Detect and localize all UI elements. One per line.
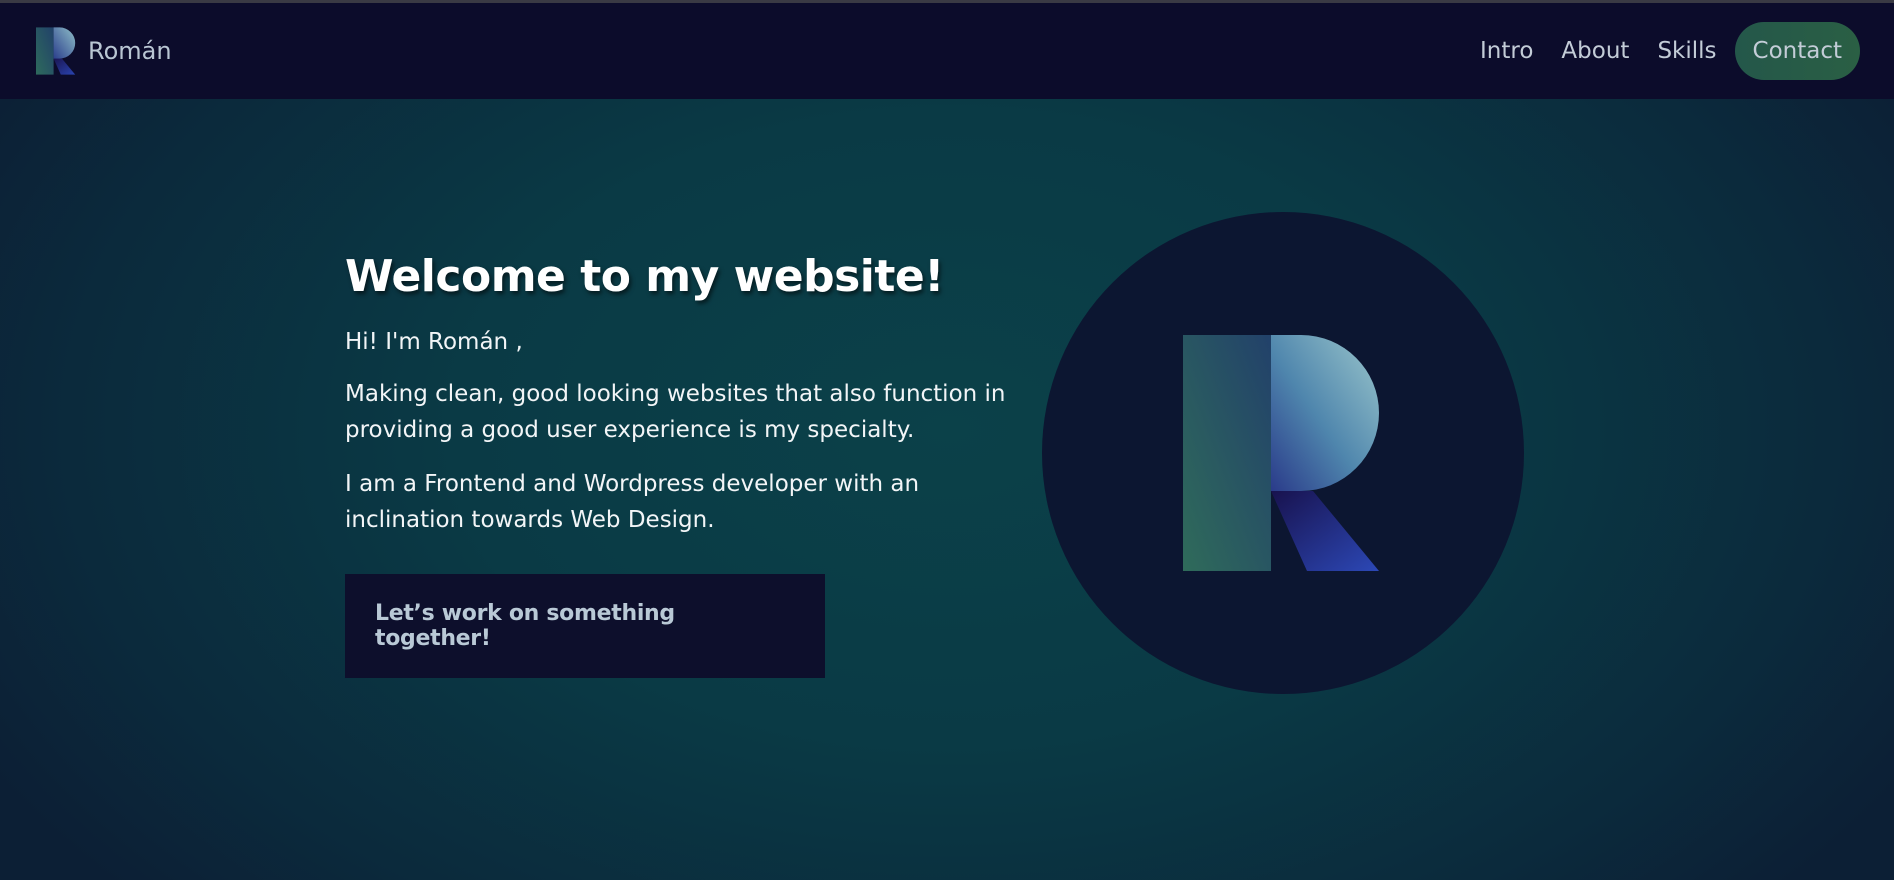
hero-paragraph-specialty: Making clean, good looking websites that… xyxy=(345,381,1006,443)
r-logo-icon xyxy=(1183,335,1379,571)
hero-title: Welcome to my website! xyxy=(345,251,944,302)
navbar: Román Intro About Skills Contact xyxy=(0,3,1894,99)
brand-name: Román xyxy=(88,37,172,65)
main-nav: Intro About Skills Contact xyxy=(1470,22,1860,80)
hero-paragraph-role: I am a Frontend and Wordpress developer … xyxy=(345,471,920,533)
hero-logo-circle xyxy=(1042,212,1524,694)
nav-item-intro[interactable]: Intro xyxy=(1470,22,1543,80)
nav-contact-button[interactable]: Contact xyxy=(1734,22,1860,80)
brand-link[interactable]: Román xyxy=(36,27,172,75)
hero-greeting: Hi! I'm Román , xyxy=(345,329,523,355)
hero-text: Welcome to my website! Hi! I'm Román , M… xyxy=(345,251,1025,678)
cta-button[interactable]: Let’s work on something together! xyxy=(345,574,825,678)
hero-section: Welcome to my website! Hi! I'm Román , M… xyxy=(0,99,1894,880)
nav-item-skills[interactable]: Skills xyxy=(1647,22,1726,80)
nav-item-about[interactable]: About xyxy=(1551,22,1639,80)
r-logo-icon xyxy=(36,27,76,75)
